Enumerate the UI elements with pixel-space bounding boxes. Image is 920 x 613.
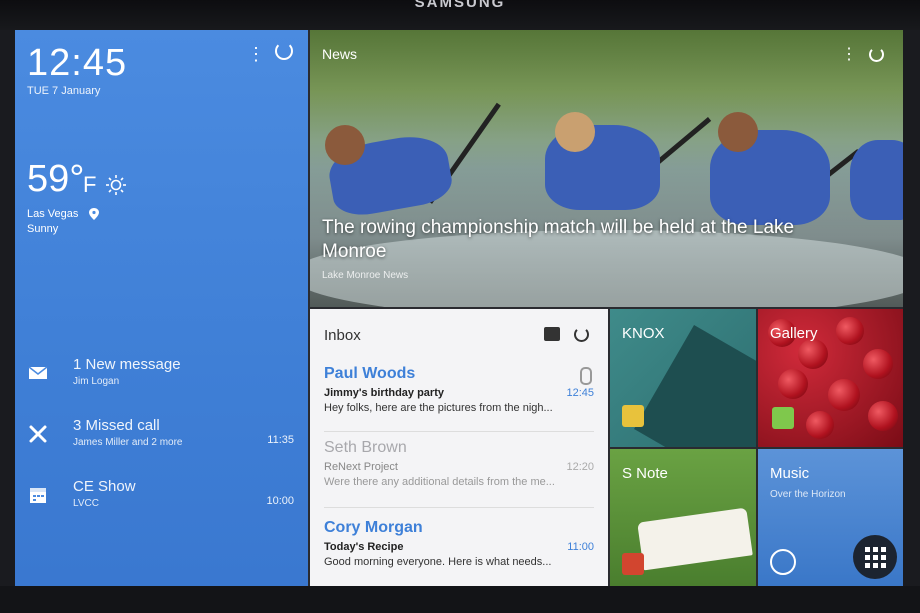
missed-call-icon [29, 425, 47, 443]
location-pin-icon [89, 208, 99, 220]
clock-time: 12:45 [27, 42, 128, 84]
notification-message[interactable]: 1 New message Jim Logan [15, 356, 308, 406]
email-subject: Today's Recipe [324, 541, 404, 553]
envelope-icon [28, 366, 48, 379]
grid-dot [865, 547, 870, 552]
rower-head [555, 112, 595, 152]
cherry [778, 369, 808, 399]
attachment-icon [580, 367, 592, 385]
gallery-tile[interactable]: Gallery [758, 309, 903, 447]
inbox-title: Inbox [324, 327, 361, 344]
music-tile[interactable]: Music Over the Horizon [758, 449, 903, 586]
email-preview: Hey folks, here are the pictures from th… [324, 402, 553, 414]
grid-dot [865, 563, 870, 568]
temperature-unit: F [83, 172, 97, 197]
news-source: Lake Monroe News [322, 270, 409, 281]
device-bezel-bottom [0, 586, 920, 613]
tile-label: KNOX [622, 325, 665, 342]
tile-label: S Note [622, 465, 668, 482]
apps-grid-button[interactable] [853, 535, 897, 579]
sun-icon [106, 175, 126, 195]
notification-sub: Jim Logan [73, 376, 120, 387]
clock-date: TUE 7 January [27, 85, 101, 97]
grid-dot [873, 555, 878, 560]
notification-calendar[interactable]: CE Show LVCC 10:00 [15, 478, 308, 528]
notification-time: 10:00 [266, 495, 294, 507]
more-options-icon[interactable]: ⋮ [247, 44, 265, 65]
refresh-icon[interactable] [275, 42, 293, 60]
notification-title: CE Show [73, 478, 136, 495]
grid-dot [865, 555, 870, 560]
cherry [863, 349, 893, 379]
news-widget[interactable]: News ⋮ The rowing championship match wil… [310, 30, 903, 307]
notification-missed-call[interactable]: 3 Missed call James Miller and 2 more 11… [15, 417, 308, 467]
knox-shield-icon [622, 405, 644, 427]
email-item[interactable]: Cory Morgan Today's Recipe 11:00 Good mo… [324, 519, 594, 586]
grid-dot [873, 547, 878, 552]
gallery-icon [772, 407, 794, 429]
email-item[interactable]: Seth Brown ReNext Project 12:20 Were the… [324, 439, 594, 515]
knox-corner [634, 325, 756, 447]
notebook-image [637, 507, 753, 571]
music-track: Over the Horizon [770, 489, 846, 500]
email-item[interactable]: Paul Woods Jimmy's birthday party 12:45 … [324, 365, 594, 441]
cherry [828, 379, 860, 411]
more-options-icon[interactable]: ⋮ [841, 44, 857, 64]
grid-dot [881, 555, 886, 560]
clock-weather-panel[interactable]: 12:45 TUE 7 January ⋮ 59° F Las Vegas Su… [15, 30, 308, 586]
divider [324, 431, 594, 432]
email-subject: Jimmy's birthday party [324, 387, 444, 399]
notification-title: 3 Missed call [73, 417, 160, 434]
weather-city: Las Vegas [27, 208, 79, 220]
email-time: 12:20 [566, 461, 594, 473]
news-label: News [322, 46, 358, 62]
cherry [836, 317, 864, 345]
notification-sub: James Miller and 2 more [73, 437, 183, 448]
email-time: 12:45 [566, 387, 594, 399]
email-preview: Were there any additional details from t… [324, 476, 555, 488]
email-sender: Cory Morgan [324, 519, 423, 536]
email-subject: ReNext Project [324, 461, 398, 473]
brand-logo: SAMSUNG [414, 0, 506, 11]
music-icon [770, 549, 796, 575]
calendar-icon [30, 488, 46, 503]
notification-sub: LVCC [73, 498, 99, 509]
email-time: 11:00 [567, 541, 594, 553]
cherry [798, 339, 828, 369]
rower-head [325, 125, 365, 165]
cherry [868, 401, 898, 431]
knox-tile[interactable]: KNOX [610, 309, 756, 447]
email-inbox-widget: Inbox Paul Woods Jimmy's birthday party … [310, 309, 608, 586]
cherry [806, 411, 834, 439]
notification-time: 11:35 [267, 434, 294, 446]
rower-head [718, 112, 758, 152]
email-sender: Seth Brown [324, 439, 407, 456]
grid-dot [881, 563, 886, 568]
tile-label: Music [770, 465, 810, 482]
temperature: 59° [27, 158, 85, 200]
notification-title: 1 New message [73, 356, 181, 373]
email-sender: Paul Woods [324, 365, 416, 382]
grid-dot [873, 563, 878, 568]
tile-label: Gallery [770, 325, 818, 342]
device-bezel-top: SAMSUNG [0, 0, 920, 30]
compose-icon[interactable] [544, 327, 560, 341]
email-preview: Good morning everyone. Here is what need… [324, 556, 552, 568]
news-headline[interactable]: The rowing championship match will be he… [322, 216, 842, 264]
tablet-screen: 12:45 TUE 7 January ⋮ 59° F Las Vegas Su… [15, 30, 903, 586]
rower [850, 140, 903, 220]
snote-icon [622, 553, 644, 575]
weather-condition: Sunny [27, 223, 59, 235]
divider [324, 507, 594, 508]
snote-tile[interactable]: S Note [610, 449, 756, 586]
grid-dot [881, 547, 886, 552]
refresh-icon[interactable] [574, 327, 589, 342]
refresh-icon[interactable] [869, 47, 884, 62]
